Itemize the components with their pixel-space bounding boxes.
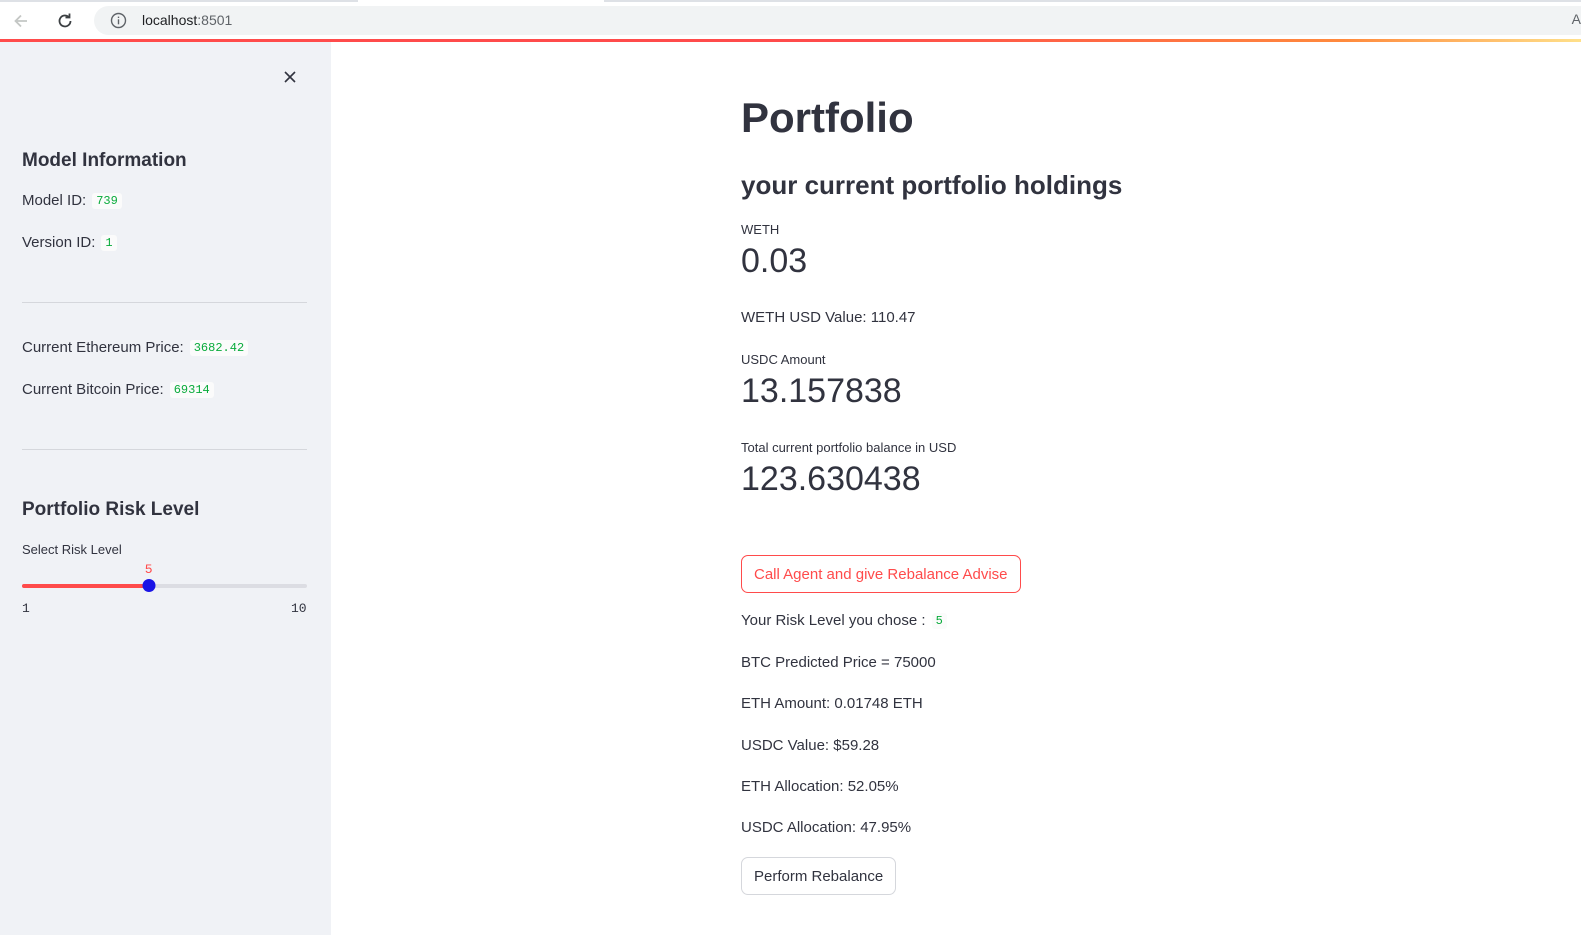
total-metric-value: 123.630438 [741, 460, 921, 498]
model-id-value: 739 [92, 192, 122, 209]
eth-price-label: Current Ethereum Price: [22, 339, 184, 356]
btc-price-label: Current Bitcoin Price: [22, 381, 164, 398]
browser-toolbar: localhost:8501 A [0, 0, 1581, 42]
address-bar[interactable]: localhost:8501 [94, 6, 1581, 35]
risk-slider-max: 10 [291, 601, 307, 616]
model-info-heading: Model Information [22, 150, 187, 171]
version-id-label: Version ID: [22, 234, 96, 251]
weth-usd-value: WETH USD Value: 110.47 [741, 309, 916, 326]
btc-price-value: 69314 [169, 381, 214, 398]
model-id-row: Model ID: 739 [22, 192, 122, 209]
reload-icon[interactable] [52, 8, 78, 34]
eth-amount: ETH Amount: 0.01748 ETH [741, 695, 923, 712]
usdc-value: USDC Value: $59.28 [741, 737, 880, 754]
risk-slider-thumb[interactable] [142, 579, 156, 592]
model-id-label: Model ID: [22, 192, 87, 209]
page-title: Portfolio [741, 94, 914, 141]
url-text: localhost:8501 [142, 12, 232, 28]
eth-price-row: Current Ethereum Price: 3682.42 [22, 339, 249, 356]
risk-slider-fill [22, 584, 149, 588]
call-agent-button[interactable]: Call Agent and give Rebalance Advise [741, 555, 1021, 593]
risk-heading: Portfolio Risk Level [22, 499, 200, 520]
back-arrow-icon[interactable] [8, 8, 34, 34]
total-metric-label: Total current portfolio balance in USD [741, 440, 957, 455]
risk-chose-row: Your Risk Level you chose : 5 [741, 612, 947, 629]
weth-metric-value: 0.03 [741, 242, 808, 280]
risk-slider[interactable] [22, 579, 307, 592]
reader-mode-icon[interactable]: A [1572, 11, 1581, 27]
risk-slider-value: 5 [144, 562, 153, 577]
url-host: localhost [142, 12, 198, 28]
risk-chose-value: 5 [931, 612, 947, 629]
usdc-allocation: USDC Allocation: 47.95% [741, 819, 912, 836]
perform-rebalance-button[interactable]: Perform Rebalance [741, 857, 897, 895]
eth-price-value: 3682.42 [189, 339, 249, 356]
close-icon[interactable] [280, 67, 300, 87]
risk-slider-min: 1 [22, 601, 30, 616]
main-content: Portfolio your current portfolio holding… [331, 42, 1581, 935]
risk-slider-label: Select Risk Level [22, 542, 122, 557]
weth-metric-label: WETH [741, 222, 780, 237]
risk-chose-label: Your Risk Level you chose : [741, 612, 926, 629]
version-id-row: Version ID: 1 [22, 234, 117, 251]
eth-allocation: ETH Allocation: 52.05% [741, 778, 899, 795]
btc-price-row: Current Bitcoin Price: 69314 [22, 381, 214, 398]
tab-strip [0, 0, 1581, 2]
url-port: :8501 [197, 12, 233, 28]
divider [22, 302, 307, 303]
usdc-metric-label: USDC Amount [741, 352, 826, 367]
divider [22, 449, 307, 450]
btc-predicted-price: BTC Predicted Price = 75000 [741, 654, 936, 671]
version-id-value: 1 [101, 234, 117, 251]
sidebar: Model Information Model ID: 739 Version … [0, 42, 331, 935]
site-info-icon[interactable] [110, 12, 127, 29]
usdc-metric-value: 13.157838 [741, 372, 902, 410]
page-subtitle: your current portfolio holdings [741, 170, 1123, 200]
